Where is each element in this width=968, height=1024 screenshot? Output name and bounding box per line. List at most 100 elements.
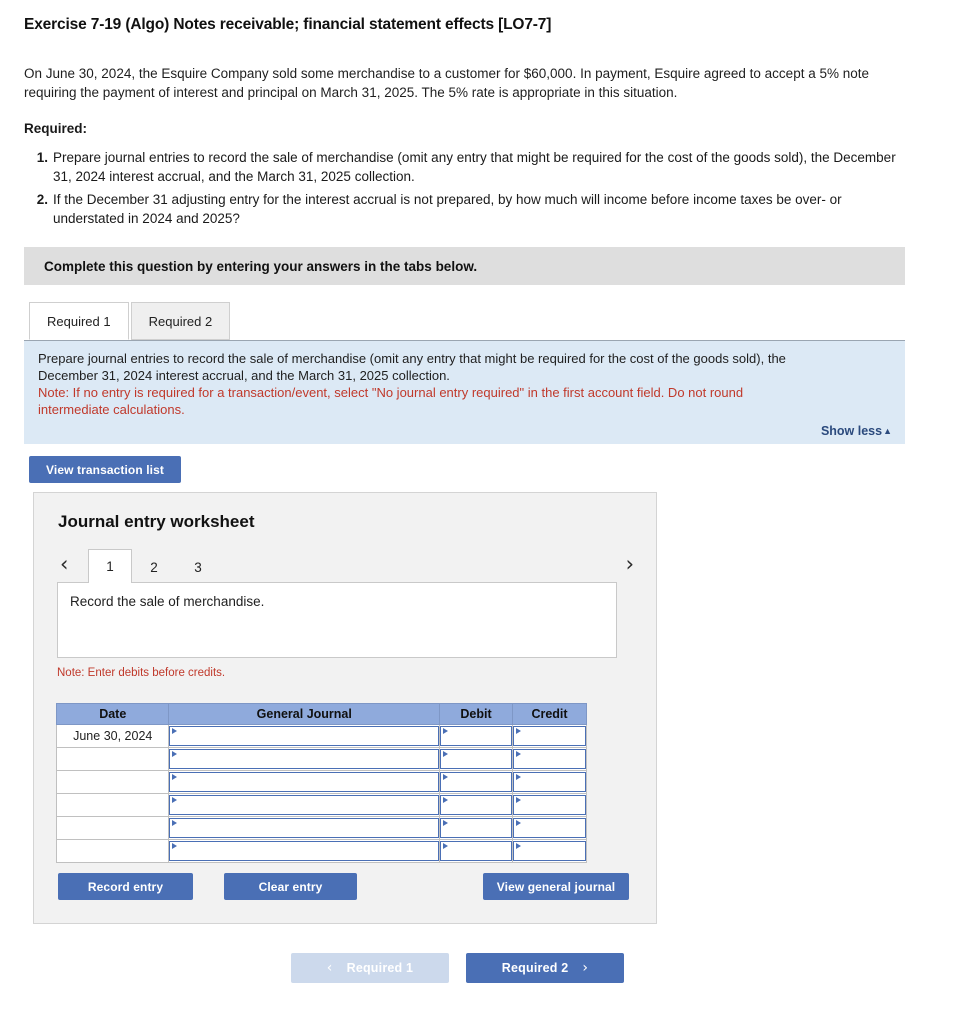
tab-required-1-label: Required 1 <box>47 314 111 329</box>
cell-debit <box>439 839 513 863</box>
table-row <box>55 816 587 840</box>
instructions-panel: Prepare journal entries to record the sa… <box>24 340 905 444</box>
cell-debit <box>439 816 513 840</box>
table-row <box>55 747 587 771</box>
nav-next-required-2-button[interactable]: Required 2 › <box>466 953 624 983</box>
cell-debit <box>439 747 513 771</box>
cell-credit <box>512 747 587 771</box>
chevron-left-icon: ‹ <box>326 960 333 976</box>
general-journal-input[interactable] <box>169 841 440 861</box>
debit-input[interactable] <box>440 726 512 746</box>
cell-date <box>55 793 170 817</box>
cell-credit <box>512 793 587 817</box>
instructions-line-1: Prepare journal entries to record the sa… <box>38 351 786 366</box>
column-header-credit: Credit <box>512 703 587 725</box>
cell-general-journal <box>168 793 441 817</box>
cell-general-journal <box>168 816 441 840</box>
credit-input[interactable] <box>513 818 586 838</box>
tab-required-2[interactable]: Required 2 <box>130 302 231 340</box>
debit-input[interactable] <box>440 795 512 815</box>
requirements-list: 1. Prepare journal entries to record the… <box>24 148 914 232</box>
general-journal-input[interactable] <box>169 726 440 746</box>
problem-statement: On June 30, 2024, the Esquire Company so… <box>24 66 869 100</box>
cell-general-journal <box>168 747 441 771</box>
cell-credit <box>512 839 587 863</box>
required-label: Required: <box>24 121 88 136</box>
credit-input[interactable] <box>513 772 586 792</box>
credit-input[interactable] <box>513 749 586 769</box>
chevron-left-icon[interactable]: ‹ <box>60 553 68 575</box>
cell-general-journal <box>168 770 441 794</box>
requirement-number: 2. <box>36 192 48 207</box>
cell-credit <box>512 816 587 840</box>
instruction-banner-text: Complete this question by entering your … <box>44 258 478 274</box>
debit-input[interactable] <box>440 772 512 792</box>
cell-credit <box>512 724 587 748</box>
chevron-right-icon[interactable]: › <box>626 553 634 575</box>
nav-next-label: Required 2 <box>501 961 569 975</box>
cell-debit <box>439 724 513 748</box>
transaction-description-box: Record the sale of merchandise. <box>57 582 617 658</box>
column-header-debit: Debit <box>439 703 513 725</box>
list-item: 1. Prepare journal entries to record the… <box>24 148 914 186</box>
credit-input[interactable] <box>513 726 586 746</box>
table-header-row: Date General Journal Debit Credit <box>55 703 587 725</box>
record-entry-button[interactable]: Record entry <box>58 873 193 900</box>
requirement-number: 1. <box>36 150 48 165</box>
worksheet-title: Journal entry worksheet <box>58 512 255 531</box>
worksheet-page-3[interactable]: 3 <box>176 551 220 583</box>
exercise-page: Exercise 7-19 (Algo) Notes receivable; f… <box>0 0 968 1024</box>
column-header-general-journal: General Journal <box>168 703 441 725</box>
general-journal-input[interactable] <box>169 818 440 838</box>
cell-general-journal <box>168 839 441 863</box>
list-item: 2. If the December 31 adjusting entry fo… <box>24 190 914 228</box>
cell-debit <box>439 793 513 817</box>
general-journal-input[interactable] <box>169 795 440 815</box>
debit-input[interactable] <box>440 818 512 838</box>
credit-input[interactable] <box>513 841 586 861</box>
tab-required-2-label: Required 2 <box>148 314 213 329</box>
table-row: June 30, 2024 <box>55 724 587 748</box>
worksheet-page-1[interactable]: 1 <box>88 549 132 583</box>
journal-entry-table: Date General Journal Debit Credit June 3… <box>55 703 587 863</box>
clear-entry-button[interactable]: Clear entry <box>224 873 357 900</box>
table-row <box>55 770 587 794</box>
requirement-text: Prepare journal entries to record the sa… <box>53 150 896 184</box>
table-row <box>55 839 587 863</box>
show-less-label: Show less <box>820 424 883 438</box>
cell-date <box>55 816 170 840</box>
requirement-text: If the December 31 adjusting entry for t… <box>53 192 842 226</box>
chevron-right-icon: › <box>582 960 589 976</box>
caret-up-icon: ▲ <box>883 426 892 436</box>
worksheet-page-numbers: 1 2 3 <box>88 549 220 583</box>
table-row <box>55 793 587 817</box>
cell-general-journal <box>168 724 441 748</box>
journal-entry-worksheet-panel: Journal entry worksheet ‹ 1 2 3 › Record… <box>33 492 657 924</box>
general-journal-input[interactable] <box>169 772 440 792</box>
cell-credit <box>512 770 587 794</box>
debits-before-credits-note: Note: Enter debits before credits. <box>57 667 226 679</box>
instructions-note-line-2: intermediate calculations. <box>38 402 185 417</box>
cell-date <box>55 839 170 863</box>
instructions-note-line-1: Note: If no entry is required for a tran… <box>38 385 744 400</box>
debit-input[interactable] <box>440 841 512 861</box>
show-less-toggle[interactable]: Show less▲ <box>821 424 892 438</box>
requirement-tabs: Required 1 Required 2 <box>29 302 232 340</box>
view-general-journal-button[interactable]: View general journal <box>483 873 629 900</box>
instructions-line-2: December 31, 2024 interest accrual, and … <box>38 368 450 383</box>
credit-input[interactable] <box>513 795 586 815</box>
cell-date: June 30, 2024 <box>55 724 170 748</box>
nav-previous-label: Required 1 <box>346 961 414 975</box>
cell-date <box>55 770 170 794</box>
cell-debit <box>439 770 513 794</box>
general-journal-input[interactable] <box>169 749 440 769</box>
cell-date <box>55 747 170 771</box>
worksheet-pager: ‹ 1 2 3 › <box>56 549 636 583</box>
transaction-description-text: Record the sale of merchandise. <box>70 594 265 609</box>
tab-required-1[interactable]: Required 1 <box>29 302 129 340</box>
debit-input[interactable] <box>440 749 512 769</box>
view-transaction-list-button[interactable]: View transaction list <box>29 456 181 483</box>
worksheet-page-2[interactable]: 2 <box>132 551 176 583</box>
nav-previous-required-1-button[interactable]: ‹ Required 1 <box>291 953 449 983</box>
column-header-date: Date <box>55 703 170 725</box>
